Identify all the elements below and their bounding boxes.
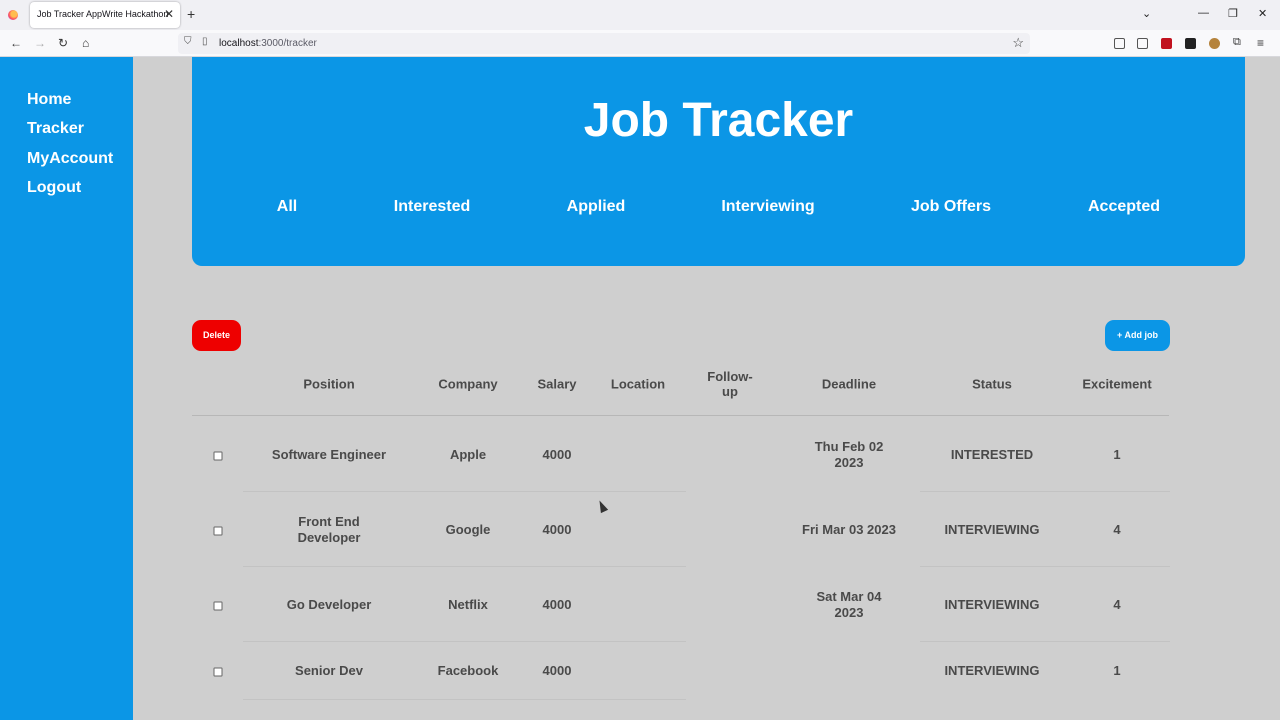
sidebar-item-logout[interactable]: Logout xyxy=(27,179,81,197)
column-header-followup: Follow-up xyxy=(707,369,753,399)
cell-company: Apple xyxy=(449,447,487,462)
page-info-icon[interactable]: ▯ xyxy=(202,36,208,47)
page-title: Job Tracker xyxy=(583,94,854,147)
row-select-checkbox[interactable] xyxy=(213,451,223,461)
browser-nav-bar: ← → ↻ ⌂ ⛉ ▯ localhost:3000/tracker ☆ ⧉ ≡ xyxy=(0,30,1280,57)
cell-company: Netflix xyxy=(448,597,488,612)
reload-icon[interactable]: ↻ xyxy=(58,36,68,50)
sidebar-item-myaccount[interactable]: MyAccount xyxy=(27,150,113,168)
sidebar: Home Tracker MyAccount Logout xyxy=(0,57,133,720)
filter-interested[interactable]: Interested xyxy=(394,198,470,216)
cell-position: Senior Dev xyxy=(295,663,363,678)
cell-company: Facebook xyxy=(437,663,499,678)
cell-status: INTERVIEWING xyxy=(944,597,1040,612)
cookie-extension-icon[interactable] xyxy=(1209,38,1220,49)
cell-position: Front End Developer xyxy=(297,514,361,545)
cell-company: Google xyxy=(445,522,491,537)
column-header-deadline: Deadline xyxy=(821,376,877,392)
restore-icon[interactable]: ❐ xyxy=(1228,7,1238,20)
firefox-icon xyxy=(8,10,18,20)
sidebar-item-home[interactable]: Home xyxy=(27,91,71,109)
cell-status: INTERVIEWING xyxy=(944,522,1040,537)
column-header-salary: Salary xyxy=(537,376,577,392)
forward-icon[interactable]: → xyxy=(34,36,46,50)
cell-excitement: 4 xyxy=(1113,522,1121,537)
ublock-icon[interactable] xyxy=(1161,38,1172,49)
column-header-status: Status xyxy=(972,376,1012,392)
filter-all[interactable]: All xyxy=(277,198,297,216)
filter-accepted[interactable]: Accepted xyxy=(1088,198,1160,216)
cell-position: Software Engineer xyxy=(271,447,387,462)
table-header-divider xyxy=(192,415,1169,416)
minimize-icon[interactable]: — xyxy=(1198,7,1209,19)
column-header-excitement: Excitement xyxy=(1082,376,1152,392)
column-header-position: Position xyxy=(303,376,355,392)
filter-interviewing[interactable]: Interviewing xyxy=(721,198,814,216)
extension-icon[interactable] xyxy=(1185,38,1196,49)
cell-excitement: 1 xyxy=(1113,447,1121,462)
cell-position: Go Developer xyxy=(286,597,372,612)
cell-excitement: 4 xyxy=(1113,597,1121,612)
url-bar[interactable]: ⛉ ▯ localhost:3000/tracker ☆ xyxy=(178,33,1030,54)
row-divider xyxy=(243,491,686,492)
cell-excitement: 1 xyxy=(1113,663,1121,678)
tracking-shield-icon[interactable]: ⛉ xyxy=(184,36,192,47)
row-divider xyxy=(920,641,1170,642)
tab-list-chevron-icon[interactable]: ⌄ xyxy=(1142,7,1151,20)
sidebar-icon[interactable] xyxy=(1137,38,1148,49)
row-select-checkbox[interactable] xyxy=(213,667,223,677)
row-divider xyxy=(243,566,686,567)
extensions-puzzle-icon[interactable]: ⧉ xyxy=(1233,36,1241,49)
tracker-header: Job Tracker All Interested Applied Inter… xyxy=(192,57,1245,266)
mouse-cursor xyxy=(595,498,609,514)
column-header-company: Company xyxy=(438,376,498,392)
tab-title: Job Tracker AppWrite Hackathon xyxy=(37,9,169,19)
home-icon[interactable]: ⌂ xyxy=(82,36,89,50)
url-text: localhost:3000/tracker xyxy=(219,38,317,49)
cell-salary: 4000 xyxy=(542,522,572,537)
pocket-icon[interactable] xyxy=(1114,38,1125,49)
row-select-checkbox[interactable] xyxy=(213,601,223,611)
close-tab-icon[interactable]: ✕ xyxy=(164,7,174,21)
close-window-icon[interactable]: ✕ xyxy=(1258,7,1267,20)
new-tab-icon[interactable]: + xyxy=(187,6,195,22)
delete-button[interactable]: Delete xyxy=(192,320,241,351)
row-divider xyxy=(243,641,686,642)
cell-status: INTERVIEWING xyxy=(944,663,1040,678)
add-job-button[interactable]: + Add job xyxy=(1105,320,1170,351)
cell-deadline: Fri Mar 03 2023 xyxy=(802,522,896,537)
browser-tab[interactable]: Job Tracker AppWrite Hackathon ✕ xyxy=(30,2,180,28)
row-divider xyxy=(243,699,686,700)
column-header-location: Location xyxy=(610,376,666,392)
row-divider xyxy=(920,491,1170,492)
browser-tab-bar: Job Tracker AppWrite Hackathon ✕ + ⌄ — ❐… xyxy=(0,0,1280,30)
cell-salary: 4000 xyxy=(542,447,572,462)
menu-icon[interactable]: ≡ xyxy=(1257,36,1264,50)
filter-job-offers[interactable]: Job Offers xyxy=(911,198,991,216)
cell-deadline: Thu Feb 02 2023 xyxy=(814,439,884,470)
filter-applied[interactable]: Applied xyxy=(567,198,626,216)
cell-deadline: Sat Mar 04 2023 xyxy=(816,589,882,620)
back-icon[interactable]: ← xyxy=(10,36,22,50)
sidebar-item-tracker[interactable]: Tracker xyxy=(27,120,84,138)
cell-salary: 4000 xyxy=(542,597,572,612)
cell-salary: 4000 xyxy=(542,663,572,678)
row-divider xyxy=(920,566,1170,567)
cell-status: INTERESTED xyxy=(950,447,1034,462)
row-select-checkbox[interactable] xyxy=(213,526,223,536)
bookmark-star-icon[interactable]: ☆ xyxy=(1012,35,1024,51)
